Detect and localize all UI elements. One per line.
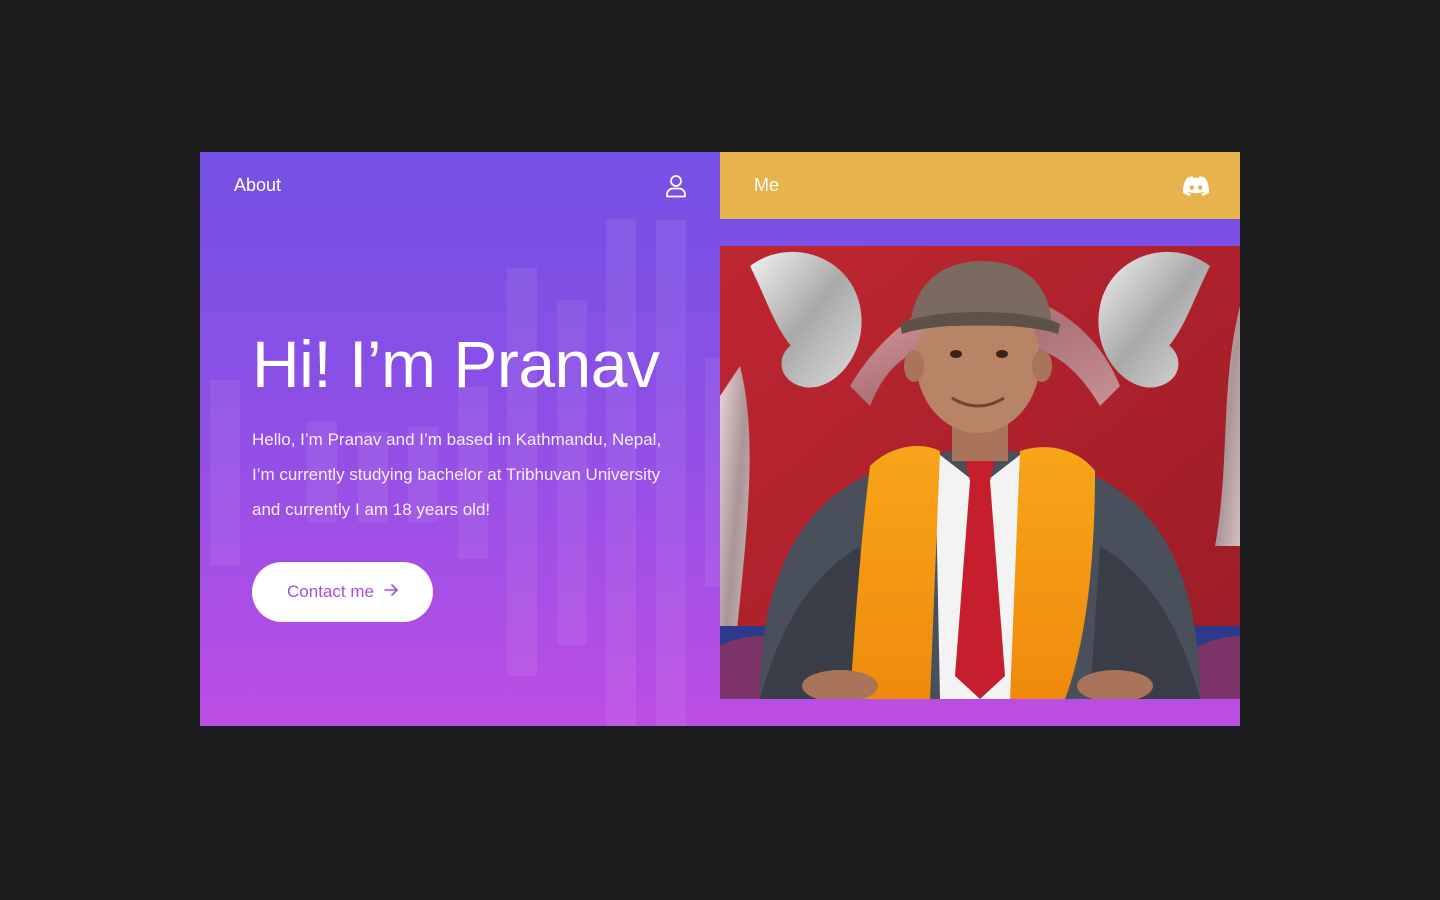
- hero-description: Hello, I’m Pranav and I’m based in Kathm…: [252, 430, 662, 519]
- tab-me[interactable]: Me: [720, 152, 1240, 219]
- tab-about[interactable]: About: [200, 152, 720, 219]
- contact-button-label: Contact me: [287, 582, 374, 601]
- discord-icon[interactable]: [1183, 175, 1209, 196]
- user-icon[interactable]: [665, 174, 687, 198]
- contact-button[interactable]: Contact me: [252, 562, 433, 622]
- arrow-right-icon: [384, 582, 398, 602]
- portrait-photo: [720, 246, 1240, 699]
- tab-me-label: Me: [754, 175, 780, 195]
- tab-about-label: About: [234, 175, 282, 195]
- hero-card: About Me Hi! I’m Pranav Hello, I’m Prana…: [200, 152, 1240, 726]
- hero-title: Hi! I’m Pranav: [252, 327, 660, 401]
